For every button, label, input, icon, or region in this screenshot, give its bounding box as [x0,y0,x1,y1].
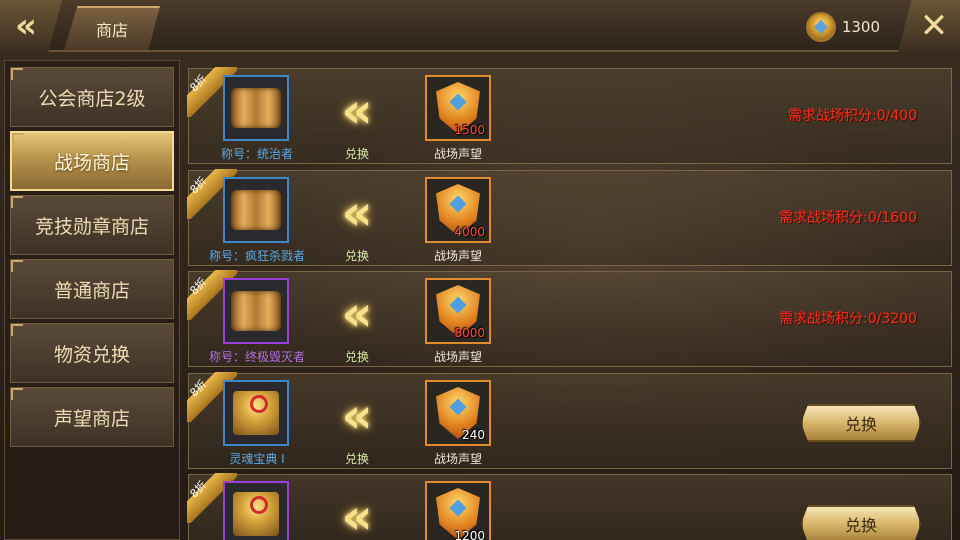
sidebar-item-label: 声望商店 [53,407,130,430]
exchange-label: 兑换 [344,147,369,161]
shop-row: 8折 称号：统治者 « 兑换 1500 战场声望 需求战场积分:0/400 [187,68,952,164]
exchange-arrow-icon: « [341,388,373,444]
scroll-icon [231,190,281,230]
cost-slot[interactable]: 8000 [425,278,491,344]
exchange-button-label: 兑换 [844,415,877,434]
scroll-icon [231,291,281,331]
cost-value: 4000 [454,225,485,239]
cost-value: 1200 [454,529,485,540]
exchange-label: 兑换 [344,249,369,263]
item-slot[interactable] [223,177,289,243]
scroll-icon [231,88,281,128]
currency-display: 1300 [805,12,880,42]
sidebar-item-label: 普通商店 [53,279,130,302]
page-title-tab: 商店 [64,6,160,50]
exchange-arrow-icon: « [341,185,373,241]
sidebar-item-supply-exchange[interactable]: 物资兑换 [10,323,174,383]
sidebar-item-normal-shop[interactable]: 普通商店 [10,259,174,319]
item-name: 称号：疯狂杀戮者 [208,249,305,263]
exchange-label: 兑换 [344,350,369,364]
book-icon [233,391,279,435]
cost-value: 240 [462,428,485,442]
item-slot[interactable] [223,380,289,446]
exchange-button[interactable]: 兑换 [801,505,921,540]
exchange-label: 兑换 [344,452,369,466]
cost-slot[interactable]: 240 [425,380,491,446]
item-name: 称号：统治者 [220,147,293,161]
item-name: 称号：终极毁灭者 [208,350,305,364]
shop-row: 8折 « 1200 兑换 [187,474,952,540]
cost-name: 战场声望 [433,350,482,364]
sidebar-item-arena-medal-shop[interactable]: 竞技勋章商店 [10,195,174,255]
currency-amount: 1300 [841,18,880,36]
sidebar-item-guild-shop[interactable]: 公会商店2级 [10,67,174,127]
shop-row: 8折 称号：疯狂杀戮者 « 兑换 4000 战场声望 需求战场积分:0/1600 [187,170,952,266]
item-slot[interactable] [223,278,289,344]
exchange-button-label: 兑换 [844,516,877,535]
shop-row: 8折 灵魂宝典 I « 兑换 240 战场声望 兑换 [187,373,952,469]
top-bar: « 商店 1300 ✕ [0,0,960,52]
sidebar-item-battlefield-shop[interactable]: 战场商店 [10,131,174,191]
exchange-button[interactable]: 兑换 [801,404,921,442]
close-button[interactable]: ✕ [898,0,960,52]
battle-honor-medal-icon [805,12,836,42]
requirement-text: 需求战场积分:0/3200 [779,311,917,327]
cost-name: 战场声望 [433,452,482,466]
page-title: 商店 [95,21,128,40]
cost-slot[interactable]: 4000 [425,177,491,243]
sidebar-item-label: 物资兑换 [53,343,130,366]
cost-value: 1500 [454,123,485,137]
cost-slot[interactable]: 1200 [425,481,491,540]
close-icon: ✕ [919,6,949,46]
sidebar-item-label: 竞技勋章商店 [34,215,149,238]
exchange-arrow-icon: « [341,83,373,139]
sidebar-item-reputation-shop[interactable]: 声望商店 [10,387,174,447]
item-slot[interactable] [223,481,289,540]
shop-row: 8折 称号：终极毁灭者 « 兑换 8000 战场声望 需求战场积分:0/3200 [187,271,952,367]
cost-slot[interactable]: 1500 [425,75,491,141]
exchange-arrow-icon: « [341,489,373,540]
sidebar-item-label: 战场商店 [53,151,130,174]
shop-sidebar: 公会商店2级 战场商店 竞技勋章商店 普通商店 物资兑换 声望商店 [4,60,180,540]
item-slot[interactable] [223,75,289,141]
sidebar-item-label: 公会商店2级 [38,87,146,110]
exchange-arrow-icon: « [341,286,373,342]
back-arrow-icon: « [15,6,37,46]
book-icon [233,492,279,536]
requirement-text: 需求战场积分:0/1600 [779,210,917,226]
item-name: 灵魂宝典 I [229,452,285,466]
back-button[interactable]: « [0,0,62,52]
cost-name: 战场声望 [433,249,482,263]
requirement-text: 需求战场积分:0/400 [787,108,917,124]
cost-value: 8000 [454,326,485,340]
cost-name: 战场声望 [433,147,482,161]
